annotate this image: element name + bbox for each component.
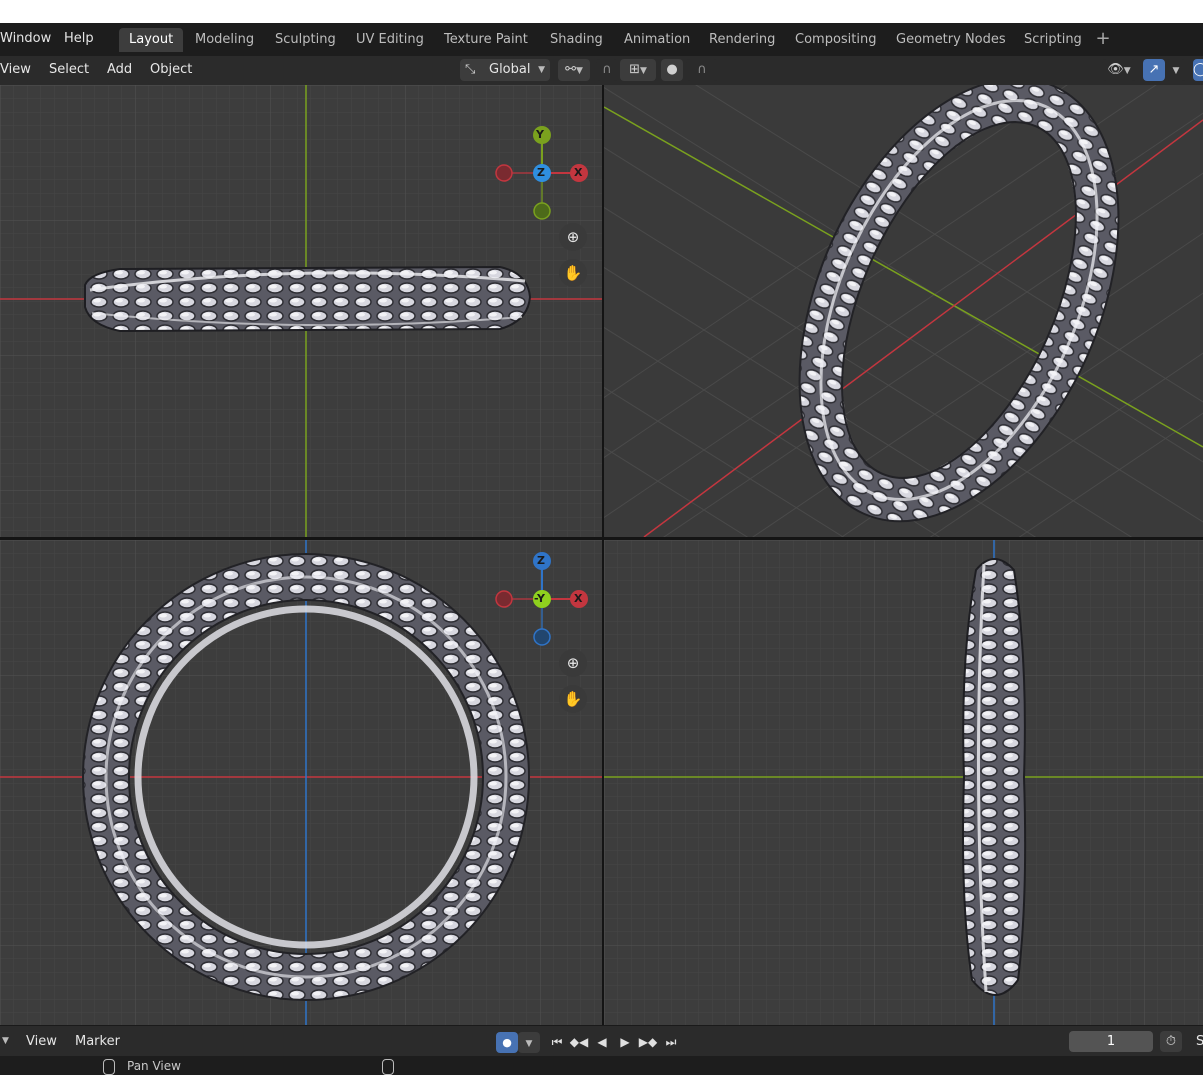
- gizmo-label-z: Z: [537, 166, 545, 179]
- tab-modeling[interactable]: Modeling: [185, 28, 264, 52]
- falloff-dropdown[interactable]: ∩: [686, 59, 718, 81]
- tab-layout[interactable]: Layout: [119, 28, 184, 52]
- menu-object[interactable]: Object: [150, 56, 192, 83]
- menu-add[interactable]: Add: [107, 56, 132, 83]
- next-keyframe-icon: ▶◆: [638, 1035, 658, 1049]
- timeline-menu-marker[interactable]: Marker: [75, 1026, 120, 1057]
- gizmo-icon: ↗: [1148, 62, 1160, 77]
- gizmo-label-z: Z: [537, 554, 545, 567]
- tab-geometry-nodes[interactable]: Geometry Nodes: [886, 28, 1016, 52]
- proportional-edit-icon: ●: [666, 62, 678, 77]
- ring-model[interactable]: [84, 265, 532, 333]
- magnet-icon: ∩: [602, 62, 612, 77]
- chevron-down-icon: ▼: [538, 65, 545, 75]
- tab-shading[interactable]: Shading: [540, 28, 613, 52]
- gizmo-label-y: Y: [536, 128, 544, 141]
- viewport-side[interactable]: [604, 540, 1203, 1025]
- tab-compositing[interactable]: Compositing: [785, 28, 887, 52]
- play-reverse-button[interactable]: ◀: [592, 1032, 612, 1052]
- ring-model[interactable]: [962, 558, 1027, 996]
- transform-axes-icon: ⤡: [465, 62, 476, 77]
- overlay-toggle[interactable]: ◯: [1193, 59, 1203, 81]
- viewport-header: View Select Add Object ⤡ Global ▼ ⚯▼ ∩ ⊞…: [0, 56, 1203, 85]
- jump-end-icon: ⏭: [665, 1035, 677, 1049]
- next-keyframe-button[interactable]: ▶◆: [638, 1032, 658, 1052]
- zoom-icon: ⊕: [566, 228, 580, 246]
- add-workspace-button[interactable]: +: [1094, 27, 1112, 51]
- mouse-right-icon: [382, 1059, 394, 1075]
- snap-target-dropdown[interactable]: ⊞▼: [620, 59, 656, 81]
- gizmo-label-x: X: [574, 166, 583, 179]
- play-button[interactable]: ▶: [615, 1032, 635, 1052]
- navigation-gizmo-top[interactable]: Y X Z: [490, 124, 590, 224]
- zoom-icon: ⊕: [566, 654, 580, 672]
- snap-increment-icon: ⊞: [629, 62, 640, 77]
- transform-orientation-value: Global: [489, 62, 531, 77]
- chevron-down-icon: ▼: [575, 66, 583, 76]
- navigation-gizmo-front[interactable]: Z X -Y: [490, 550, 590, 650]
- status-bar: Pan View: [0, 1056, 1203, 1075]
- tab-uv-editing[interactable]: UV Editing: [346, 28, 434, 52]
- falloff-curve-icon: ∩: [697, 62, 707, 77]
- gizmo-dropdown[interactable]: ▼: [1166, 59, 1186, 81]
- menu-select[interactable]: Select: [49, 56, 89, 83]
- gizmo-toggle[interactable]: ↗: [1143, 59, 1165, 81]
- chevron-down-icon: ▼: [1123, 66, 1131, 76]
- status-hint: Pan View: [127, 1059, 181, 1073]
- playback-timer-icon[interactable]: ⏱: [1160, 1031, 1182, 1052]
- eye-icon: 👁: [1107, 62, 1124, 77]
- viewport-perspective[interactable]: [604, 85, 1203, 537]
- play-icon: ▶: [620, 1035, 630, 1049]
- zoom-button-top[interactable]: ⊕: [559, 223, 587, 251]
- tab-scripting[interactable]: Scripting: [1014, 28, 1092, 52]
- menu-window[interactable]: Window: [0, 23, 51, 56]
- prev-keyframe-icon: ◆◀: [569, 1035, 589, 1049]
- play-reverse-icon: ◀: [597, 1035, 607, 1049]
- viewport-separator-horizontal[interactable]: [0, 537, 1203, 540]
- tab-rendering[interactable]: Rendering: [699, 28, 785, 52]
- chevron-down-icon: ▼: [1172, 66, 1180, 76]
- hand-icon: ✋: [563, 690, 583, 708]
- tab-texture-paint[interactable]: Texture Paint: [434, 28, 538, 52]
- jump-start-icon: ⏮: [551, 1035, 563, 1049]
- pan-button-front[interactable]: ✋: [559, 685, 587, 713]
- gizmo-label-x: X: [574, 592, 583, 605]
- keying-dropdown[interactable]: ▼: [518, 1032, 540, 1053]
- snap-toggle[interactable]: ∩: [596, 59, 618, 81]
- menu-view[interactable]: View: [0, 56, 31, 83]
- record-icon: ●: [502, 1036, 512, 1049]
- editor-type-chevron-icon[interactable]: ▼: [2, 1036, 9, 1046]
- tab-sculpting[interactable]: Sculpting: [265, 28, 346, 52]
- viewport-separator-vertical[interactable]: [602, 85, 604, 1025]
- timeline-menu-view[interactable]: View: [26, 1026, 57, 1057]
- transform-orientation-dropdown[interactable]: ⤡ Global ▼: [460, 59, 550, 81]
- current-frame-field[interactable]: 1: [1069, 1031, 1153, 1052]
- jump-start-button[interactable]: ⏮: [547, 1032, 567, 1052]
- timeline-header: ▼ View Marker ● ▼ ⏮ ◆◀ ◀ ▶ ▶◆ ⏭ 1 ⏱ S: [0, 1025, 1203, 1057]
- overlay-icon: ◯: [1193, 62, 1203, 77]
- hand-icon: ✋: [563, 264, 583, 282]
- proportional-edit-toggle[interactable]: ●: [661, 59, 683, 81]
- pan-button-top[interactable]: ✋: [559, 259, 587, 287]
- mouse-middle-icon: [103, 1059, 115, 1075]
- pivot-point-dropdown[interactable]: ⚯▼: [558, 59, 590, 81]
- visibility-dropdown[interactable]: 👁▼: [1102, 59, 1136, 81]
- gizmo-label-neg-y: -Y: [534, 592, 545, 605]
- jump-end-button[interactable]: ⏭: [661, 1032, 681, 1052]
- auto-keying-toggle[interactable]: ●: [496, 1032, 518, 1053]
- start-frame-label: S: [1196, 1034, 1203, 1049]
- chevron-down-icon: ▼: [525, 1039, 533, 1049]
- top-bar: Window Help Layout Modeling Sculpting UV…: [0, 23, 1203, 56]
- chevron-down-icon: ▼: [639, 66, 647, 76]
- zoom-button-front[interactable]: ⊕: [559, 649, 587, 677]
- tab-animation[interactable]: Animation: [614, 28, 700, 52]
- prev-keyframe-button[interactable]: ◆◀: [569, 1032, 589, 1052]
- pivot-icon: ⚯: [565, 62, 576, 77]
- menu-help[interactable]: Help: [64, 23, 94, 56]
